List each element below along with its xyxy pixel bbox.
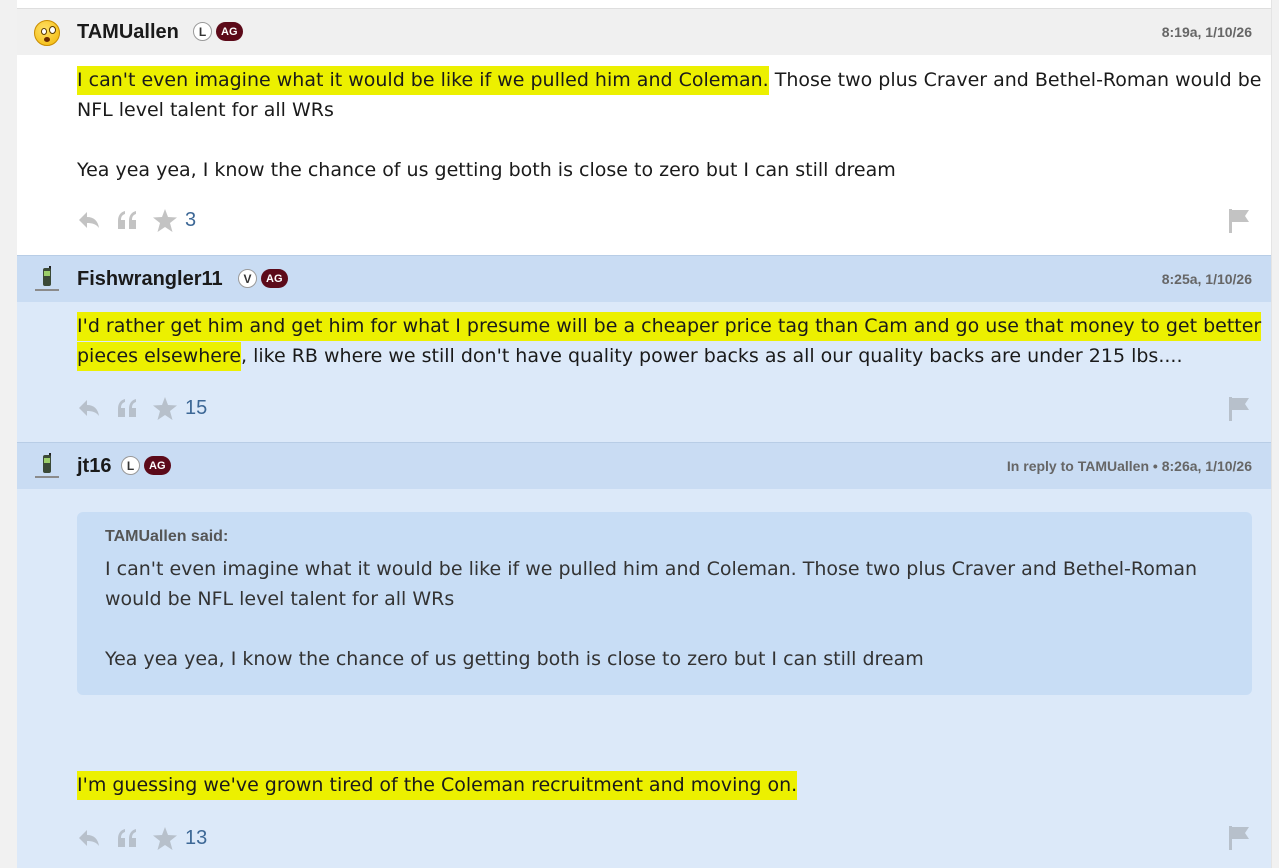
quote-block: TAMUallen said: I can't even imagine wha…: [77, 512, 1252, 695]
post-text-line: Yea yea yea, I know the chance of us get…: [77, 159, 896, 181]
avatar[interactable]: [32, 18, 62, 48]
highlighted-text: I'm guessing we've grown tired of the Co…: [77, 771, 798, 800]
username[interactable]: Fishwrangler11: [77, 268, 223, 291]
badge-group: AG: [144, 456, 171, 475]
post: jt16 L AG In reply to TAMUallen • 8:26a,…: [17, 442, 1271, 868]
highlighted-text: I can't even imagine what it would be li…: [77, 66, 769, 95]
post: Fishwrangler11 V AG 8:25a, 1/10/26 I'd r…: [17, 255, 1271, 442]
post-header: Fishwrangler11 V AG 8:25a, 1/10/26: [17, 256, 1271, 302]
badge-group: AG: [216, 22, 243, 41]
post-text-line: NFL level talent for all WRs: [77, 99, 334, 121]
flag-icon[interactable]: [1229, 826, 1253, 852]
avatar[interactable]: [32, 452, 62, 482]
post-header: TAMUallen L AG 8:19a, 1/10/26: [17, 9, 1271, 55]
left-rail: [0, 0, 17, 868]
user-badges: L AG: [121, 456, 171, 475]
cell-phone-icon: [35, 453, 59, 481]
post-text-line: I can't even imagine what it would be li…: [77, 65, 1261, 95]
user-badges: V AG: [238, 269, 288, 288]
post-actions: 13: [77, 826, 207, 850]
post: TAMUallen L AG 8:19a, 1/10/26 I can't ev…: [17, 9, 1271, 255]
surprised-emoji-icon: [34, 20, 60, 46]
scrollbar-track[interactable]: [1271, 0, 1279, 868]
quote-text-line: I can't even imagine what it would be li…: [105, 558, 1198, 580]
highlighted-text: pieces elsewhere: [77, 342, 242, 371]
post-timestamp[interactable]: 8:25a, 1/10/26: [1162, 271, 1252, 287]
post-actions: 15: [77, 396, 207, 420]
post-header: jt16 L AG In reply to TAMUallen • 8:26a,…: [17, 443, 1271, 489]
quote-icon[interactable]: [115, 826, 139, 850]
quote-author[interactable]: TAMUallen said:: [105, 528, 228, 546]
highlighted-text: I'd rather get him and get him for what …: [77, 312, 1262, 341]
avatar[interactable]: [32, 265, 62, 295]
star-icon[interactable]: [153, 826, 177, 850]
quote-text-line: Yea yea yea, I know the chance of us get…: [105, 648, 924, 670]
reply-icon[interactable]: [77, 208, 101, 232]
badge-letter: L: [121, 456, 140, 475]
flag-icon[interactable]: [1229, 397, 1253, 423]
user-badges: L AG: [193, 22, 243, 41]
badge-letter: V: [238, 269, 257, 288]
post-timestamp: In reply to TAMUallen • 8:26a, 1/10/26: [1006, 458, 1252, 474]
post-text-line: I'd rather get him and get him for what …: [77, 311, 1262, 341]
quote-text-line: would be NFL level talent for all WRs: [105, 588, 455, 610]
cell-phone-icon: [35, 266, 59, 294]
username[interactable]: jt16: [77, 455, 111, 478]
flag-icon[interactable]: [1229, 209, 1253, 235]
like-count[interactable]: 13: [185, 827, 207, 850]
post-text-line: pieces elsewhere, like RB where we still…: [77, 341, 1182, 371]
quote-icon[interactable]: [115, 396, 139, 420]
like-count[interactable]: 3: [185, 209, 196, 232]
top-divider: [17, 0, 1271, 9]
post-actions: 3: [77, 208, 196, 232]
star-icon[interactable]: [153, 396, 177, 420]
post-timestamp[interactable]: 8:19a, 1/10/26: [1162, 24, 1252, 40]
reply-icon[interactable]: [77, 826, 101, 850]
like-count[interactable]: 15: [185, 397, 207, 420]
badge-group: AG: [261, 269, 288, 288]
post-text-line: I'm guessing we've grown tired of the Co…: [77, 770, 798, 800]
reply-to-link[interactable]: In reply to TAMUallen: [1007, 458, 1149, 474]
reply-icon[interactable]: [77, 396, 101, 420]
username[interactable]: TAMUallen: [77, 21, 179, 44]
star-icon[interactable]: [153, 208, 177, 232]
badge-letter: L: [193, 22, 212, 41]
quote-icon[interactable]: [115, 208, 139, 232]
